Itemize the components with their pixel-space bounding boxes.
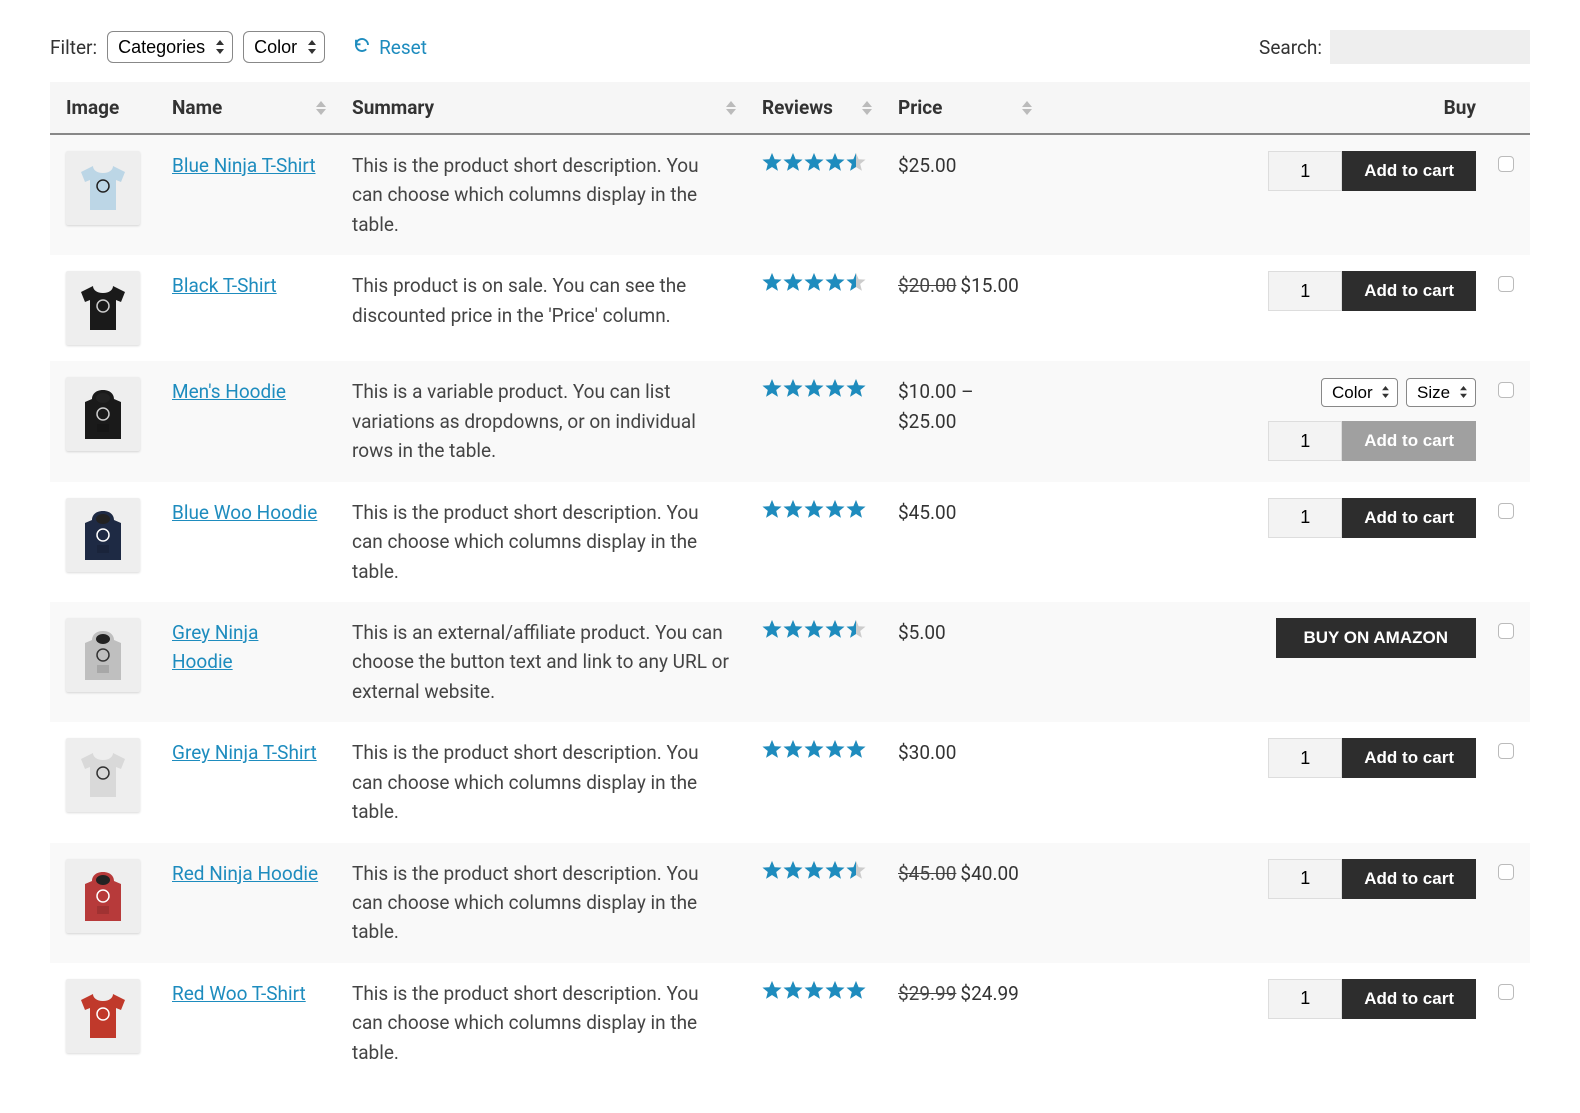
product-summary: This is an external/affiliate product. Y… <box>336 602 746 722</box>
reset-label: Reset <box>379 36 427 59</box>
price: $40.00 <box>960 862 1018 885</box>
search-input[interactable] <box>1330 30 1530 64</box>
table-row: Grey Ninja Hoodie This is an external/aff… <box>50 602 1530 722</box>
product-summary: This is the product short description. Y… <box>336 843 746 963</box>
old-price: $29.99 <box>898 982 956 1005</box>
product-name-link[interactable]: Red Woo T-Shirt <box>172 982 306 1005</box>
quantity-input[interactable] <box>1268 738 1342 778</box>
star-rating <box>762 739 866 759</box>
product-thumb[interactable] <box>66 618 140 692</box>
star-rating <box>762 619 866 639</box>
filter-label: Filter: <box>50 36 97 59</box>
price: $15.00 <box>960 274 1018 297</box>
table-row: Red Woo T-Shirt This is the product short… <box>50 963 1530 1083</box>
row-checkbox[interactable] <box>1498 984 1514 1000</box>
table-row: Blue Woo Hoodie This is the product short… <box>50 482 1530 602</box>
product-name-link[interactable]: Blue Woo Hoodie <box>172 501 317 524</box>
product-summary: This is the product short description. Y… <box>336 963 746 1083</box>
add-to-cart-button[interactable]: Add to cart <box>1342 979 1476 1019</box>
star-rating <box>762 499 866 519</box>
product-name-link[interactable]: Men's Hoodie <box>172 380 286 403</box>
product-summary: This is the product short description. Y… <box>336 722 746 842</box>
row-checkbox[interactable] <box>1498 382 1514 398</box>
product-summary: This product is on sale. You can see the… <box>336 255 746 361</box>
sort-icon <box>862 101 872 115</box>
product-thumb[interactable] <box>66 271 140 345</box>
quantity-input[interactable] <box>1268 271 1342 311</box>
search-label: Search: <box>1259 36 1322 59</box>
product-name-link[interactable]: Blue Ninja T-Shirt <box>172 154 316 177</box>
search-bar: Search: <box>1259 30 1530 64</box>
table-row: Blue Ninja T-Shirt This is the product sh… <box>50 134 1530 255</box>
add-to-cart-button[interactable]: Add to cart <box>1342 498 1476 538</box>
price: $30.00 <box>898 741 956 764</box>
old-price: $45.00 <box>898 862 956 885</box>
quantity-input[interactable] <box>1268 979 1342 1019</box>
price: $10.00 – $25.00 <box>898 380 974 432</box>
price: $45.00 <box>898 501 956 524</box>
col-check-header <box>1492 82 1530 134</box>
add-to-cart-button[interactable]: Add to cart <box>1342 421 1476 461</box>
sort-icon <box>316 101 326 115</box>
star-rating <box>762 860 866 880</box>
price: $25.00 <box>898 154 956 177</box>
quantity-input[interactable] <box>1268 151 1342 191</box>
star-rating <box>762 272 866 292</box>
row-checkbox[interactable] <box>1498 623 1514 639</box>
row-checkbox[interactable] <box>1498 276 1514 292</box>
old-price: $20.00 <box>898 274 956 297</box>
add-to-cart-button[interactable]: Add to cart <box>1342 859 1476 899</box>
product-table: Image Name Summary Reviews Price Buy Blu… <box>50 82 1530 1083</box>
price: $24.99 <box>960 982 1018 1005</box>
product-name-link[interactable]: Grey Ninja Hoodie <box>172 621 258 673</box>
star-rating <box>762 378 866 398</box>
col-image-header: Image <box>50 82 156 134</box>
col-name-header[interactable]: Name <box>156 82 336 134</box>
filter-bar: Filter: Categories Color Reset <box>50 31 427 63</box>
quantity-input[interactable] <box>1268 421 1342 461</box>
product-thumb[interactable] <box>66 377 140 451</box>
row-checkbox[interactable] <box>1498 503 1514 519</box>
col-reviews-header[interactable]: Reviews <box>746 82 882 134</box>
product-summary: This is the product short description. Y… <box>336 482 746 602</box>
star-rating <box>762 980 866 1000</box>
add-to-cart-button[interactable]: Add to cart <box>1342 271 1476 311</box>
product-summary: This is a variable product. You can list… <box>336 361 746 481</box>
table-row: Men's Hoodie This is a variable product. … <box>50 361 1530 481</box>
add-to-cart-button[interactable]: Add to cart <box>1342 738 1476 778</box>
row-checkbox[interactable] <box>1498 743 1514 759</box>
row-checkbox[interactable] <box>1498 864 1514 880</box>
col-price-header[interactable]: Price <box>882 82 1042 134</box>
sort-icon <box>726 101 736 115</box>
variation-size-select[interactable]: Size <box>1406 378 1476 407</box>
row-checkbox[interactable] <box>1498 156 1514 172</box>
buy-external-button[interactable]: BUY ON AMAZON <box>1276 618 1477 658</box>
product-name-link[interactable]: Black T-Shirt <box>172 274 277 297</box>
sort-icon <box>1022 101 1032 115</box>
product-thumb[interactable] <box>66 979 140 1053</box>
filter-categories-select[interactable]: Categories <box>107 31 233 63</box>
add-to-cart-button[interactable]: Add to cart <box>1342 151 1476 191</box>
topbar: Filter: Categories Color Reset Search: <box>50 30 1530 64</box>
star-rating <box>762 152 866 172</box>
quantity-input[interactable] <box>1268 859 1342 899</box>
table-row: Black T-Shirt This product is on sale. Yo… <box>50 255 1530 361</box>
product-name-link[interactable]: Grey Ninja T-Shirt <box>172 741 317 764</box>
product-name-link[interactable]: Red Ninja Hoodie <box>172 862 318 885</box>
quantity-input[interactable] <box>1268 498 1342 538</box>
product-thumb[interactable] <box>66 738 140 812</box>
product-thumb[interactable] <box>66 498 140 572</box>
table-row: Red Ninja Hoodie This is the product shor… <box>50 843 1530 963</box>
variation-color-select[interactable]: Color <box>1321 378 1398 407</box>
table-row: Grey Ninja T-Shirt This is the product sh… <box>50 722 1530 842</box>
product-thumb[interactable] <box>66 859 140 933</box>
undo-icon <box>353 36 371 59</box>
reset-button[interactable]: Reset <box>353 36 427 59</box>
product-summary: This is the product short description. Y… <box>336 134 746 255</box>
col-summary-header[interactable]: Summary <box>336 82 746 134</box>
product-thumb[interactable] <box>66 151 140 225</box>
col-buy-header: Buy <box>1042 82 1492 134</box>
filter-color-select[interactable]: Color <box>243 31 325 63</box>
price: $5.00 <box>898 621 946 644</box>
